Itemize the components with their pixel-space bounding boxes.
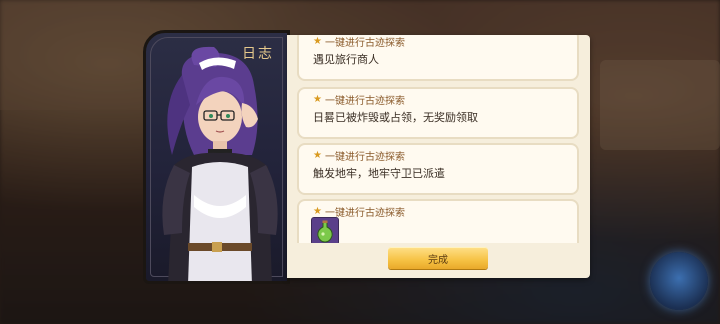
star-icon: ★ [313,150,322,161]
log-entry: ★ 一键进行古迹探索 触发地牢，地牢守卫已派遣 [297,143,579,195]
entry-header-label: 一键进行古迹探索 [324,96,405,107]
entry-header: ★ 一键进行古迹探索 [313,35,405,49]
star-icon: ★ [313,206,322,217]
entry-header-label: 一键进行古迹探索 [324,152,405,163]
log-panel[interactable]: ★ 一键进行古迹探索 遇见旅行商人 ★ 一键进行古迹探索 日晷已被炸毁或占领，无… [287,35,590,278]
entry-header-label: 一键进行古迹探索 [324,38,405,49]
background-orb-icon [650,252,708,310]
entry-text: 日晷已被炸毁或占领，无奖励领取 [313,111,478,124]
log-list[interactable]: ★ 一键进行古迹探索 遇见旅行商人 ★ 一键进行古迹探索 日晷已被炸毁或占领，无… [297,35,583,243]
portrait-panel: 日志 [143,30,290,284]
maid-character-portrait [162,46,278,281]
star-icon: ★ [313,94,322,105]
log-entry: ★ 一键进行古迹探索 日晷已被炸毁或占领，无奖励领取 [297,87,579,139]
green-potion-icon[interactable] [311,217,339,243]
panel-title: 日志 [242,46,274,62]
log-entry: ★ 一键进行古迹探索 遇见旅行商人 [297,35,579,81]
entry-text: 遇见旅行商人 [313,53,379,66]
entry-text: 触发地牢，地牢守卫已派遣 [313,167,445,180]
entry-header: ★ 一键进行古迹探索 [313,92,405,107]
log-entry: ★ 一键进行古迹探索 [297,199,579,243]
entry-header: ★ 一键进行古迹探索 [313,148,405,163]
done-button[interactable]: 完成 [388,247,488,269]
star-icon: ★ [313,36,322,47]
